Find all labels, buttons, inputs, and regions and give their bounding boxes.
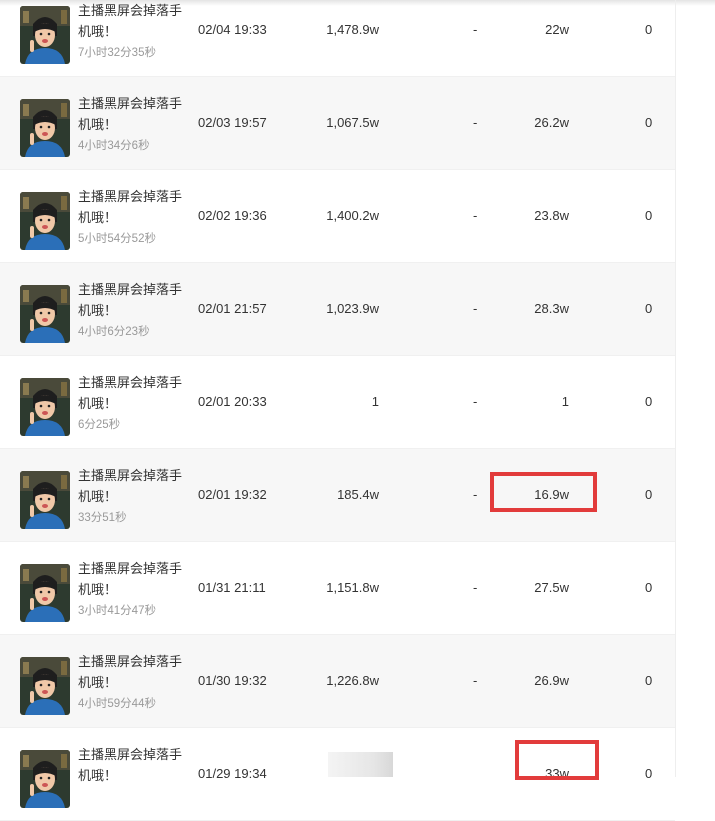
table-row[interactable]: 主播黑屏会掉落手机哦！ 4小时59分44秒 01/30 19:32 1,226.… — [0, 635, 675, 728]
blurred-value-patch — [328, 752, 393, 777]
session-likes: 26.2w — [534, 115, 569, 130]
session-zero: 0 — [645, 22, 653, 37]
thumbnail[interactable] — [20, 192, 70, 250]
session-views: 1,478.9w — [326, 22, 379, 37]
session-date: 02/03 19:57 — [198, 115, 267, 130]
session-likes: 1 — [561, 394, 569, 409]
session-duration: 4小时34分6秒 — [78, 140, 150, 152]
session-likes: 27.5w — [534, 580, 569, 595]
session-duration: 7小时32分35秒 — [78, 47, 156, 59]
session-zero: 0 — [645, 487, 653, 502]
session-date: 01/29 19:34 — [198, 766, 267, 781]
session-views: 185.4w — [337, 487, 379, 502]
thumbnail[interactable] — [20, 378, 70, 436]
session-zero: 0 — [645, 301, 653, 316]
session-duration: 3小时41分47秒 — [78, 605, 156, 617]
streamer-avatar-thumbnail — [20, 192, 70, 250]
session-likes: 23.8w — [534, 208, 569, 223]
streamer-avatar-thumbnail — [20, 750, 70, 808]
session-title[interactable]: 主播黑屏会掉落手机哦！ — [78, 744, 193, 786]
session-likes: 28.3w — [534, 301, 569, 316]
session-date: 02/01 21:57 — [198, 301, 267, 316]
session-duration: 33分51秒 — [78, 512, 127, 524]
session-views: 1,226.8w — [326, 673, 379, 688]
session-title[interactable]: 主播黑屏会掉落手机哦！ — [78, 651, 193, 693]
session-views: 1,400.2w — [326, 208, 379, 223]
session-dash: - — [473, 394, 478, 409]
streamer-avatar-thumbnail — [20, 378, 70, 436]
session-dash: - — [473, 580, 478, 595]
session-title[interactable]: 主播黑屏会掉落手机哦！ — [78, 0, 193, 42]
session-likes: 22w — [545, 22, 569, 37]
thumbnail[interactable] — [20, 657, 70, 715]
session-title[interactable]: 主播黑屏会掉落手机哦！ — [78, 465, 193, 507]
table-row[interactable]: 主播黑屏会掉落手机哦！ 5小时54分52秒 02/02 19:36 1,400.… — [0, 170, 675, 263]
session-title[interactable]: 主播黑屏会掉落手机哦！ — [78, 279, 193, 321]
thumbnail[interactable] — [20, 6, 70, 64]
session-title[interactable]: 主播黑屏会掉落手机哦！ — [78, 186, 193, 228]
session-duration: 6分25秒 — [78, 419, 121, 431]
table-row[interactable]: 主播黑屏会掉落手机哦！ 4小时6分23秒 02/01 21:57 1,023.9… — [0, 263, 675, 356]
session-date: 02/04 19:33 — [198, 22, 267, 37]
session-zero: 0 — [645, 766, 653, 781]
thumbnail[interactable] — [20, 471, 70, 529]
session-title[interactable]: 主播黑屏会掉落手机哦！ — [78, 93, 193, 135]
table-row[interactable]: 主播黑屏会掉落手机哦！ 6分25秒 02/01 20:33 1 - 1 0 — [0, 356, 675, 449]
session-duration: 4小时6分23秒 — [78, 326, 150, 338]
session-zero: 0 — [645, 115, 653, 130]
session-views: 1 — [371, 394, 379, 409]
highlight-box-likes-0201 — [490, 472, 597, 512]
thumbnail[interactable] — [20, 564, 70, 622]
session-dash: - — [473, 487, 478, 502]
session-views: 1,067.5w — [326, 115, 379, 130]
streamer-avatar-thumbnail — [20, 285, 70, 343]
session-duration: 5小时54分52秒 — [78, 233, 156, 245]
streamer-avatar-thumbnail — [20, 99, 70, 157]
session-zero: 0 — [645, 673, 653, 688]
session-dash: - — [473, 301, 478, 316]
streamer-avatar-thumbnail — [20, 471, 70, 529]
column-divider — [675, 0, 676, 777]
highlight-box-likes-0129 — [515, 740, 599, 780]
session-title[interactable]: 主播黑屏会掉落手机哦！ — [78, 558, 193, 600]
table-row[interactable]: 主播黑屏会掉落手机哦！ 7小时32分35秒 02/04 19:33 1,478.… — [0, 0, 675, 77]
session-zero: 0 — [645, 208, 653, 223]
session-views: 1,151.8w — [326, 580, 379, 595]
live-session-table: 主播黑屏会掉落手机哦！ 7小时32分35秒 02/04 19:33 1,478.… — [0, 0, 675, 821]
session-zero: 0 — [645, 580, 653, 595]
thumbnail[interactable] — [20, 99, 70, 157]
session-date: 01/30 19:32 — [198, 673, 267, 688]
session-date: 02/02 19:36 — [198, 208, 267, 223]
session-dash: - — [473, 673, 478, 688]
table-row[interactable]: 主播黑屏会掉落手机哦！ 3小时41分47秒 01/31 21:11 1,151.… — [0, 542, 675, 635]
table-row[interactable]: 主播黑屏会掉落手机哦！ 4小时34分6秒 02/03 19:57 1,067.5… — [0, 77, 675, 170]
session-dash: - — [473, 115, 478, 130]
session-title[interactable]: 主播黑屏会掉落手机哦！ — [78, 372, 193, 414]
session-date: 01/31 21:11 — [198, 580, 266, 595]
streamer-avatar-thumbnail — [20, 6, 70, 64]
session-duration: 4小时59分44秒 — [78, 698, 156, 710]
session-dash: - — [473, 22, 478, 37]
streamer-avatar-thumbnail — [20, 657, 70, 715]
streamer-avatar-thumbnail — [20, 564, 70, 622]
thumbnail[interactable] — [20, 285, 70, 343]
session-zero: 0 — [645, 394, 653, 409]
session-likes: 26.9w — [534, 673, 569, 688]
session-dash: - — [473, 208, 478, 223]
thumbnail[interactable] — [20, 750, 70, 808]
session-date: 02/01 19:32 — [198, 487, 267, 502]
session-views: 1,023.9w — [326, 301, 379, 316]
session-date: 02/01 20:33 — [198, 394, 267, 409]
